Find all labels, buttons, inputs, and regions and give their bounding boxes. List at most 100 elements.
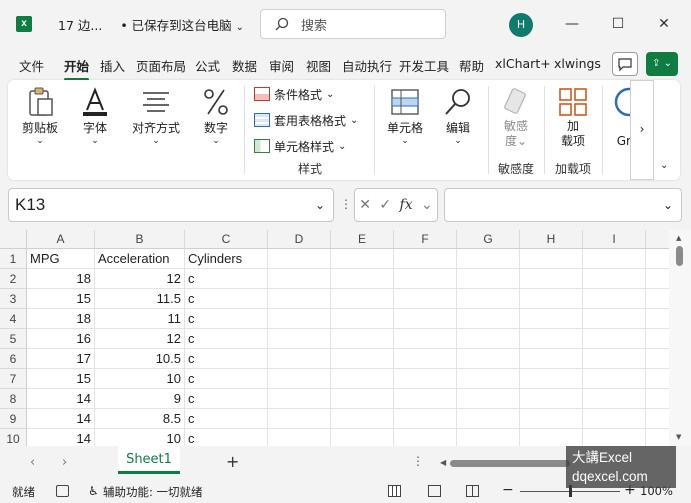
prev-sheet-icon[interactable]: ‹ — [30, 455, 35, 470]
grid-cell[interactable] — [583, 329, 646, 349]
cells-group[interactable]: 单元格 ⌄ — [380, 80, 430, 180]
comments-button[interactable] — [612, 52, 638, 76]
tab-help[interactable]: 帮助 — [459, 56, 484, 75]
clipboard-group[interactable]: 剪贴板 ⌄ — [14, 80, 66, 180]
grid-cell[interactable] — [520, 269, 583, 289]
grid-cell[interactable] — [331, 409, 394, 429]
grid-cell[interactable] — [520, 289, 583, 309]
scroll-left-icon[interactable]: ◀ — [440, 458, 446, 467]
tab-xlwings[interactable]: xlwings — [554, 56, 601, 71]
grid-cell[interactable] — [331, 349, 394, 369]
grid-cell[interactable]: 14 — [27, 389, 95, 409]
grid-cell[interactable]: 11 — [95, 309, 185, 329]
addins-group[interactable]: 加载项 加载项 — [550, 80, 596, 180]
grid-cell[interactable] — [520, 409, 583, 429]
formula-input[interactable]: ⌄ — [444, 188, 682, 222]
grid-cell[interactable]: 16 — [27, 329, 95, 349]
grid-cell[interactable] — [268, 409, 331, 429]
grid-cell[interactable]: c — [185, 269, 268, 289]
grid-cell[interactable] — [520, 309, 583, 329]
font-group[interactable]: 字体 ⌄ — [72, 80, 118, 180]
grid-cell[interactable] — [520, 389, 583, 409]
column-header-f[interactable]: F — [394, 230, 457, 249]
enter-icon[interactable]: ✓ — [379, 197, 391, 213]
grid-cell[interactable]: 15 — [27, 289, 95, 309]
tab-home[interactable]: 开始 — [64, 56, 90, 81]
grid-cell[interactable]: c — [185, 289, 268, 309]
tab-file[interactable]: 文件 — [19, 56, 44, 75]
column-header-g[interactable]: G — [457, 230, 520, 249]
grid-cell[interactable] — [394, 249, 457, 269]
page-break-view-icon[interactable] — [466, 485, 479, 497]
row-header[interactable]: 9 — [0, 409, 27, 429]
grid-cell[interactable] — [457, 369, 520, 389]
grid-cell[interactable]: c — [185, 309, 268, 329]
grid-cell[interactable] — [268, 349, 331, 369]
select-all-button[interactable] — [0, 230, 27, 249]
grid-cell[interactable] — [394, 289, 457, 309]
grid-cell[interactable] — [331, 429, 394, 446]
macro-record-icon[interactable] — [56, 485, 69, 497]
grid-cell[interactable]: c — [185, 389, 268, 409]
chevron-down-icon[interactable]: ⌄ — [421, 197, 433, 213]
vertical-scrollbar[interactable]: ▲ ▼ — [669, 230, 691, 446]
hscroll-options-icon[interactable]: ⋮ — [412, 454, 424, 468]
grid-cell[interactable]: MPG — [27, 249, 95, 269]
grid-cell[interactable]: 14 — [27, 409, 95, 429]
grid-cell[interactable] — [394, 369, 457, 389]
grid-cell[interactable] — [394, 349, 457, 369]
grid-cell[interactable] — [583, 349, 646, 369]
grid-cell[interactable]: 14 — [27, 429, 95, 446]
grid-cell[interactable]: c — [185, 429, 268, 446]
grid-cell[interactable] — [457, 249, 520, 269]
grid-cell[interactable] — [457, 309, 520, 329]
grid-cell[interactable] — [583, 429, 646, 446]
alignment-group[interactable]: 对齐方式 ⌄ — [124, 80, 188, 180]
grid-cell[interactable]: 11.5 — [95, 289, 185, 309]
grid-cell[interactable] — [331, 249, 394, 269]
row-header[interactable]: 6 — [0, 349, 27, 369]
grid-cell[interactable] — [331, 269, 394, 289]
grid-cell[interactable] — [520, 369, 583, 389]
grid-cell[interactable] — [583, 409, 646, 429]
grid-cell[interactable] — [457, 389, 520, 409]
grid-cell[interactable]: 12 — [95, 329, 185, 349]
grid-cell[interactable] — [394, 389, 457, 409]
tab-automate[interactable]: 自动执行 — [342, 56, 392, 75]
grid-cell[interactable] — [457, 269, 520, 289]
grid-cell[interactable] — [457, 429, 520, 446]
tab-page-layout[interactable]: 页面布局 — [136, 56, 186, 75]
next-sheet-icon[interactable]: › — [62, 455, 67, 470]
vertical-scroll-thumb[interactable] — [676, 246, 683, 266]
grid-cell[interactable]: c — [185, 409, 268, 429]
row-header[interactable]: 5 — [0, 329, 27, 349]
row-header[interactable]: 8 — [0, 389, 27, 409]
scroll-down-icon[interactable]: ▼ — [676, 433, 681, 441]
grid-cell[interactable]: c — [185, 369, 268, 389]
row-header[interactable]: 10 — [0, 429, 27, 446]
add-sheet-button[interactable]: + — [226, 452, 239, 471]
column-header-d[interactable]: D — [268, 230, 331, 249]
grid-cell[interactable]: 10 — [95, 429, 185, 446]
insert-function-button[interactable]: fx — [400, 197, 413, 213]
grid-cell[interactable] — [394, 329, 457, 349]
grid-cell[interactable] — [268, 289, 331, 309]
grid-cell[interactable] — [331, 329, 394, 349]
grid-cell[interactable] — [394, 429, 457, 446]
cancel-icon[interactable]: ✕ — [359, 197, 371, 213]
column-header-i[interactable]: I — [583, 230, 646, 249]
tab-formulas[interactable]: 公式 — [195, 56, 220, 75]
share-button[interactable]: ⇪ ⌄ — [646, 52, 678, 76]
page-layout-view-icon[interactable] — [428, 485, 441, 497]
grid-cell[interactable] — [583, 369, 646, 389]
grid-cell[interactable]: 10 — [95, 369, 185, 389]
tab-review[interactable]: 审阅 — [269, 56, 294, 75]
grid-cell[interactable] — [268, 369, 331, 389]
user-avatar[interactable]: H — [509, 13, 533, 37]
grid-cell[interactable]: 18 — [27, 309, 95, 329]
tab-data[interactable]: 数据 — [232, 56, 257, 75]
grid-cell[interactable] — [268, 429, 331, 446]
scroll-up-icon[interactable]: ▲ — [676, 234, 681, 242]
ribbon-scroll-right[interactable]: › — [630, 80, 654, 180]
zoom-out-button[interactable]: − — [502, 482, 514, 498]
